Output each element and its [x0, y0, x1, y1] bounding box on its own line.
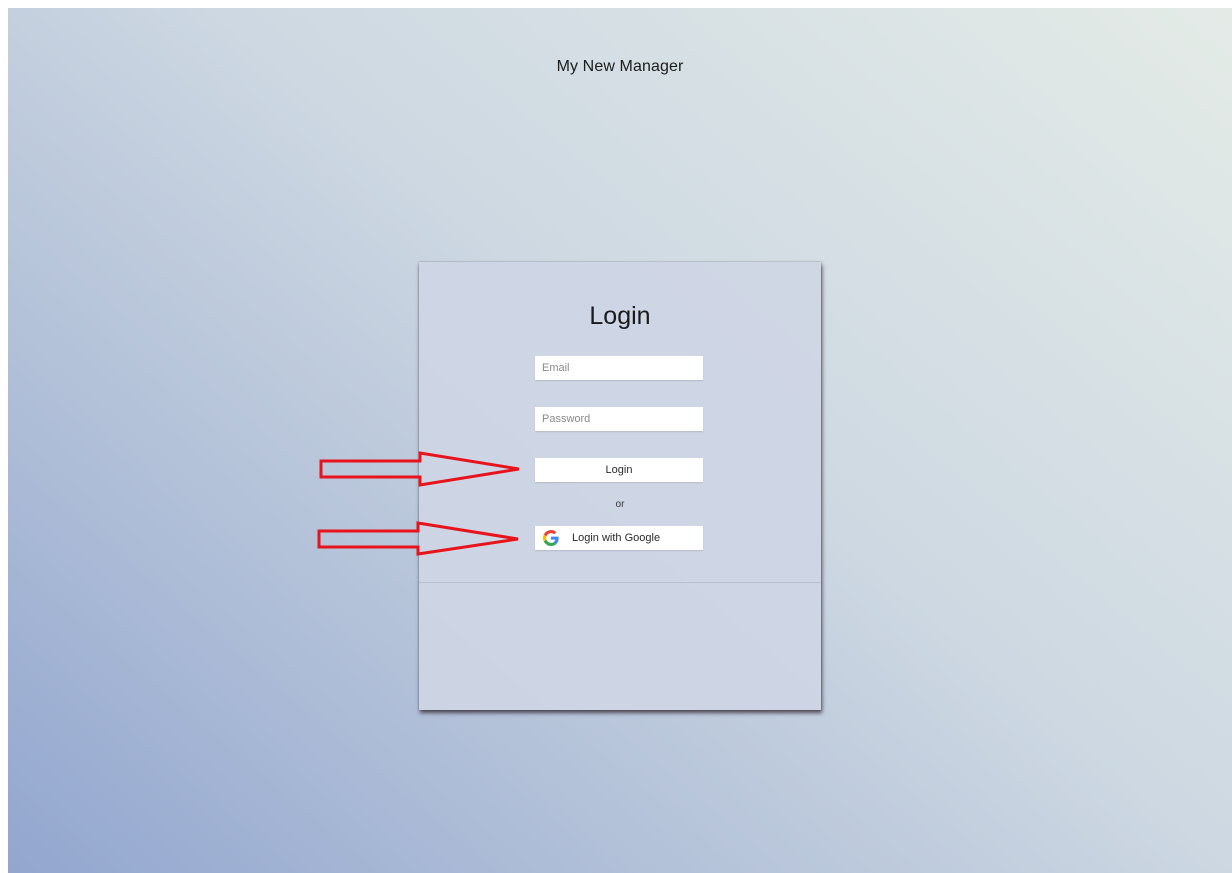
google-icon — [543, 530, 559, 546]
page-background: My New Manager Login Login or Login with… — [8, 8, 1232, 873]
password-field[interactable] — [535, 407, 703, 431]
app-title: My New Manager — [556, 58, 684, 75]
login-button[interactable]: Login — [535, 458, 703, 482]
login-with-google-button[interactable]: Login with Google — [535, 526, 703, 550]
google-button-label: Login with Google — [572, 532, 661, 544]
login-card: Login Login or Login with Google — [419, 262, 821, 710]
login-heading: Login — [589, 302, 651, 330]
email-field[interactable] — [535, 356, 703, 380]
card-divider — [419, 582, 821, 583]
login-button-label: Login — [605, 464, 633, 476]
or-separator: or — [615, 499, 625, 510]
